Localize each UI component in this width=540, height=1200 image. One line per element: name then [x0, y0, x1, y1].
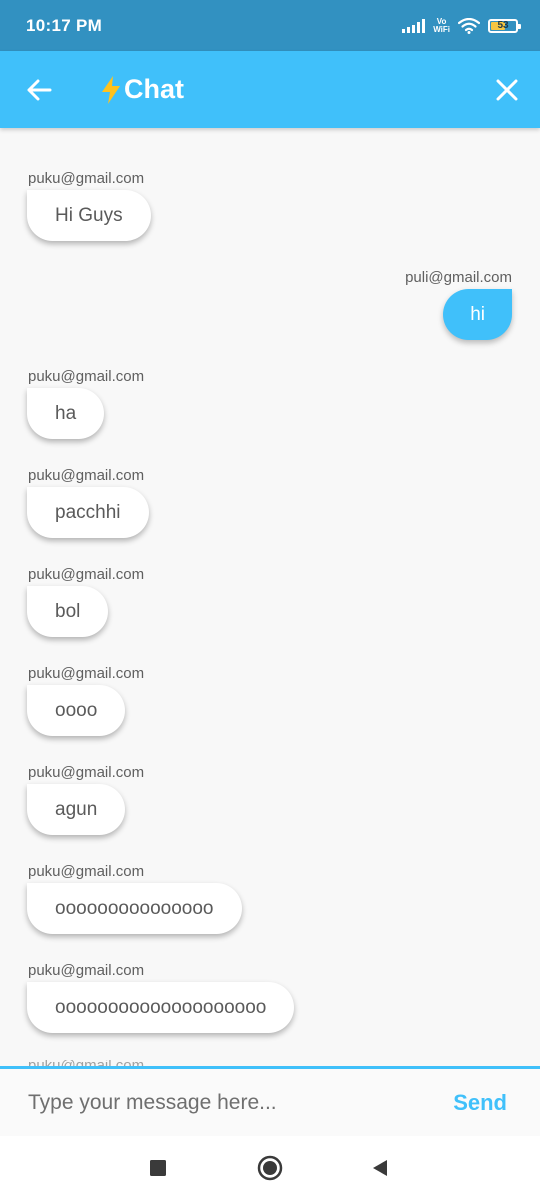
message-item: puku@gmail.com pacchhi: [0, 467, 540, 538]
arrow-left-icon: [27, 79, 52, 100]
status-time: 10:17 PM: [26, 15, 103, 35]
vowifi-bottom-label: WiFi: [433, 24, 450, 34]
back-button[interactable]: [0, 51, 78, 128]
signal-icon: [402, 18, 426, 33]
message-sender: puku@gmail.com: [28, 368, 145, 385]
message-item: puku@gmail.com ooooooooooooooo: [0, 863, 540, 934]
close-icon: [496, 79, 518, 100]
message-item: puku@gmail.com ha: [0, 368, 540, 439]
message-item: puku@gmail.com oooooooooooooooooooo: [0, 962, 540, 1033]
message-sender: puku@gmail.com: [28, 764, 145, 781]
message-bubble[interactable]: hi: [443, 289, 512, 340]
system-nav-bar: [0, 1136, 540, 1200]
message-composer: Send: [0, 1066, 540, 1136]
battery-icon: 53: [488, 18, 521, 33]
battery-level: 53: [497, 20, 509, 31]
message-sender: puku@gmail.com: [28, 566, 145, 583]
message-sender: puku@gmail.com: [28, 467, 145, 484]
send-button[interactable]: Send: [433, 1090, 540, 1116]
message-item: puku@gmail.com agun: [0, 764, 540, 835]
recents-button[interactable]: [128, 1136, 188, 1200]
message-bubble[interactable]: Hi Guys: [27, 190, 151, 241]
message-bubble[interactable]: bol: [27, 586, 109, 637]
status-bar: 10:17 PM Vo WiFi 53: [0, 0, 540, 51]
lightning-bolt-icon: [102, 75, 120, 104]
close-button[interactable]: [474, 51, 540, 128]
home-button[interactable]: [240, 1136, 300, 1200]
circle-icon: [257, 1155, 283, 1181]
page-title: Chat: [100, 74, 184, 105]
message-bubble[interactable]: pacchhi: [27, 487, 149, 538]
square-icon: [150, 1160, 166, 1176]
message-sender: puku@gmail.com: [28, 962, 145, 979]
app-bar: Chat: [0, 51, 540, 128]
message-bubble[interactable]: ha: [27, 388, 105, 439]
system-back-button[interactable]: [350, 1136, 410, 1200]
message-item: puli@gmail.com hi: [0, 269, 540, 340]
message-bubble[interactable]: agun: [27, 784, 126, 835]
message-item: puku@gmail.com Hi Guys: [0, 170, 540, 241]
message-item: puku@gmail.com bol: [0, 566, 540, 637]
message-sender: puku@gmail.com: [28, 665, 145, 682]
message-sender: puku@gmail.com: [28, 170, 145, 187]
triangle-back-icon: [373, 1160, 387, 1176]
message-input[interactable]: [0, 1090, 434, 1115]
message-list[interactable]: puku@gmail.com Hi Guys puli@gmail.com hi…: [0, 128, 540, 1066]
message-sender: puli@gmail.com: [405, 269, 512, 286]
message-bubble[interactable]: oooo: [27, 685, 126, 736]
page-title-text: Chat: [124, 74, 184, 104]
message-bubble[interactable]: oooooooooooooooooooo: [27, 982, 295, 1033]
message-item: puku@gmail.com oooo: [0, 665, 540, 736]
message-sender: puku@gmail.com: [28, 863, 145, 880]
message-bubble[interactable]: ooooooooooooooo: [27, 883, 242, 934]
vowifi-icon: Vo WiFi: [433, 17, 450, 34]
wifi-icon: [458, 17, 480, 34]
status-icons: Vo WiFi 53: [402, 17, 521, 34]
